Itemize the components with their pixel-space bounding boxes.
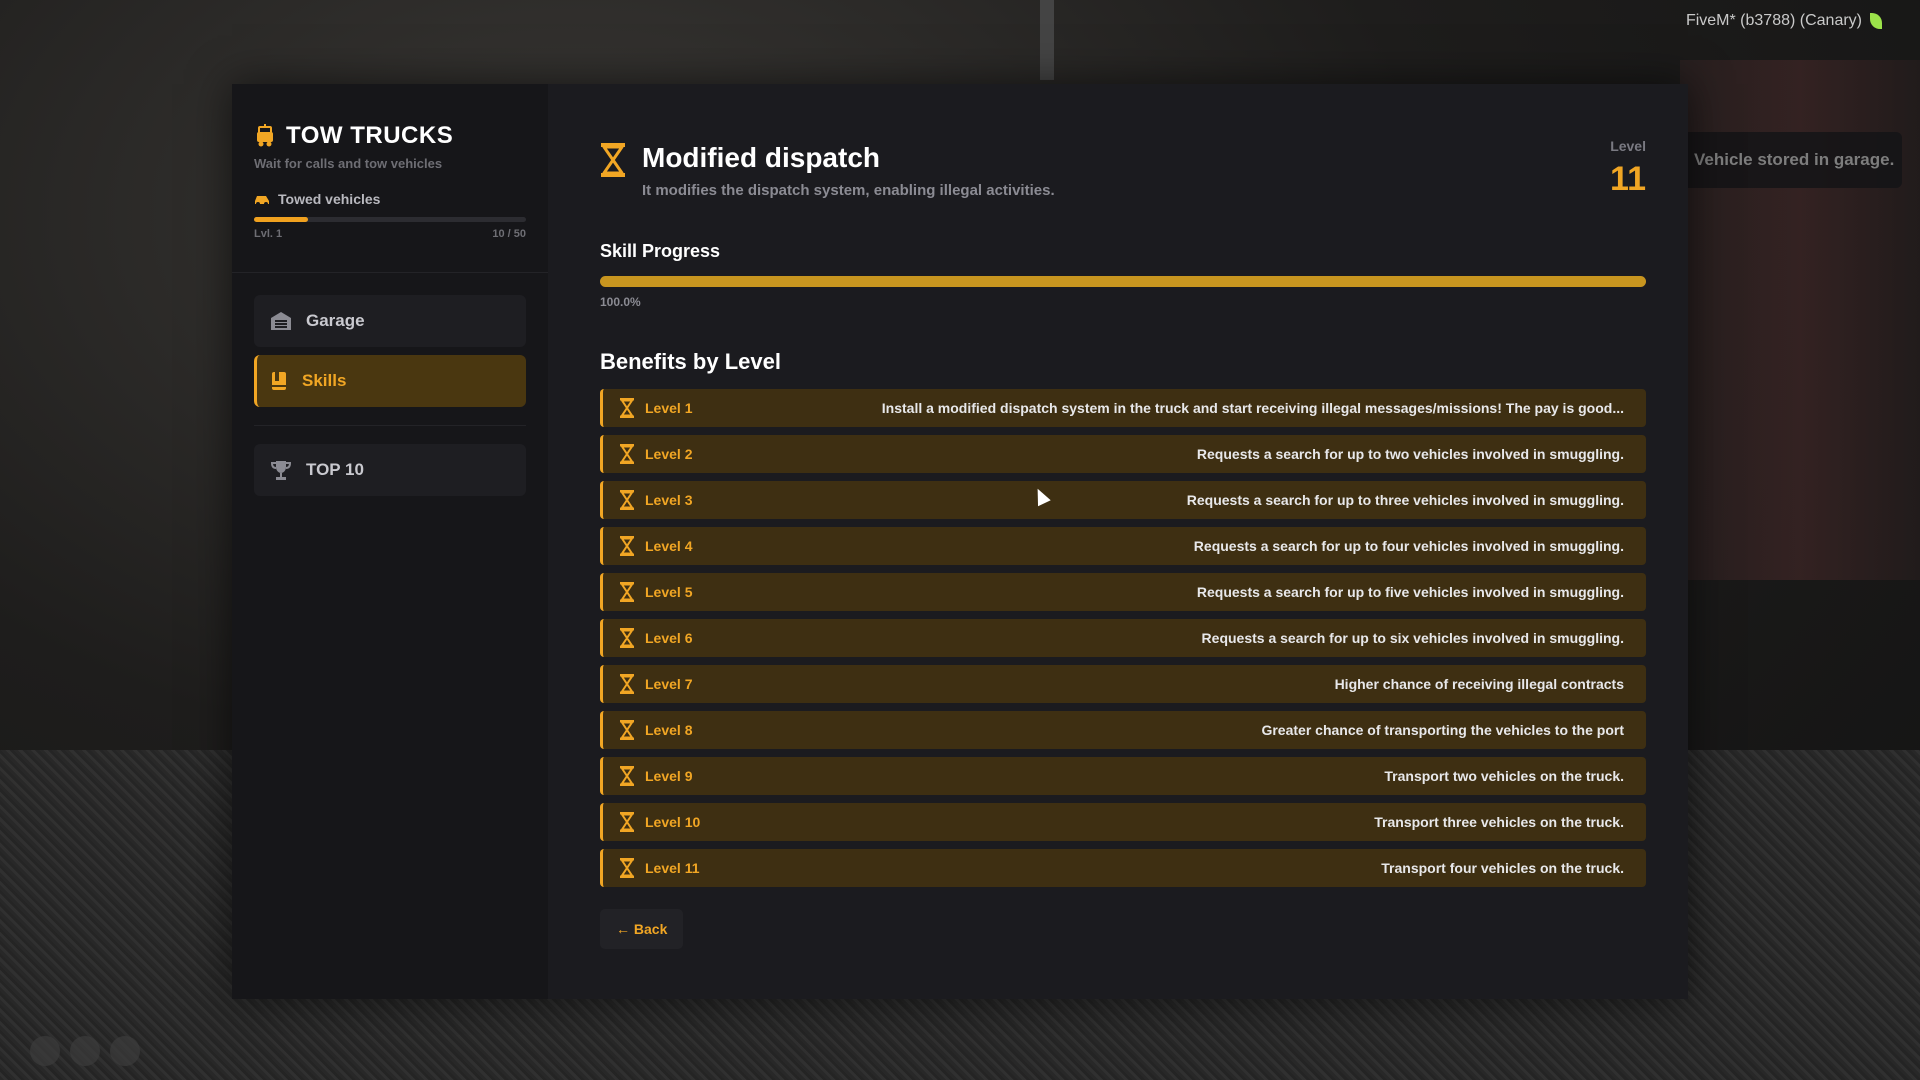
benefit-row: Level 8 Greater chance of transporting th… <box>600 711 1646 749</box>
skill-level-label: Level <box>1610 138 1646 154</box>
benefit-row: Level 7 Higher chance of receiving illega… <box>600 665 1646 703</box>
hud-health-icon <box>30 1036 60 1066</box>
benefit-text: Greater chance of transporting the vehic… <box>1261 722 1624 738</box>
app-title: TOW TRUCKS <box>286 122 454 149</box>
sidebar-item-top10[interactable]: TOP 10 <box>254 444 526 496</box>
hourglass-icon <box>620 858 634 878</box>
client-version-text: FiveM* (b3788) (Canary) <box>1685 12 1862 29</box>
sidebar-item-label: Garage <box>306 311 365 330</box>
towed-progress-fill <box>254 217 309 222</box>
benefit-level: Level 4 <box>645 538 693 554</box>
benefit-row: Level 1 Install a modified dispatch syste… <box>600 389 1646 427</box>
benefit-level: Level 6 <box>645 630 693 646</box>
skill-header: Modified dispatch It modifies the dispat… <box>600 142 1646 199</box>
garage-icon <box>271 312 291 330</box>
skill-description: It modifies the dispatch system, enablin… <box>642 182 1055 199</box>
benefit-level: Level 11 <box>645 860 700 876</box>
fivem-leaf-icon <box>1870 12 1882 29</box>
hourglass-icon <box>620 398 634 418</box>
sidebar-divider <box>232 272 548 273</box>
client-version-label: FiveM* (b3788) (Canary) <box>1686 12 1882 30</box>
hourglass-icon <box>620 720 634 740</box>
benefit-text: Requests a search for up to four vehicle… <box>1193 538 1624 554</box>
sidebar: TOW TRUCKS Wait for calls and tow vehicl… <box>232 84 548 999</box>
hourglass-icon <box>620 674 634 694</box>
hud-water-icon <box>110 1036 140 1066</box>
benefit-level: Level 2 <box>645 446 693 462</box>
book-icon <box>272 372 286 390</box>
skill-progress-percent: 100.0% <box>600 295 641 309</box>
hourglass-icon <box>601 143 625 177</box>
notification-toast: Vehicle stored in garage. <box>1672 132 1902 188</box>
skill-level-value: 11 <box>1610 160 1646 198</box>
notification-text: Vehicle stored in garage. <box>1694 150 1895 169</box>
towed-count: 10 / 50 <box>492 228 526 240</box>
benefits-list: Level 1 Install a modified dispatch syste… <box>600 389 1646 887</box>
benefit-level: Level 8 <box>645 722 693 738</box>
benefit-text: Requests a search for up to six vehicles… <box>1201 630 1624 646</box>
benefit-row: Level 2 Requests a search for up to two v… <box>600 435 1646 473</box>
brand: TOW TRUCKS <box>254 122 526 150</box>
hourglass-icon <box>620 628 634 648</box>
car-icon <box>255 196 269 206</box>
hud-food-icon <box>70 1036 100 1066</box>
benefit-text: Requests a search for up to three vehicl… <box>1186 492 1624 508</box>
benefit-row: Level 11 Transport four vehicles on the t… <box>600 849 1646 887</box>
benefit-row: Level 4 Requests a search for up to four … <box>600 527 1646 565</box>
sidebar-item-skills[interactable]: Skills <box>254 355 526 407</box>
benefit-level: Level 7 <box>645 676 693 692</box>
benefit-row: Level 5 Requests a search for up to five … <box>600 573 1646 611</box>
benefits-title: Benefits by Level <box>600 349 781 374</box>
tow-truck-icon <box>257 124 273 147</box>
towed-vehicles-text: Towed vehicles <box>278 191 381 207</box>
benefit-text: Higher chance of receiving illegal contr… <box>1334 676 1624 692</box>
hourglass-icon <box>620 490 634 510</box>
skill-name: Modified dispatch <box>642 142 880 173</box>
benefit-text: Requests a search for up to five vehicle… <box>1196 584 1624 600</box>
background-beam <box>1040 0 1054 80</box>
player-level: Lvl. 1 <box>254 228 283 240</box>
hourglass-icon <box>620 812 634 832</box>
sidebar-item-label: TOP 10 <box>306 460 364 479</box>
skill-progress-title: Skill Progress <box>600 241 721 261</box>
hourglass-icon <box>620 536 634 556</box>
hourglass-icon <box>620 766 634 786</box>
towed-vehicles-label: Towed vehicles <box>254 191 526 207</box>
benefit-level: Level 9 <box>645 768 693 784</box>
skill-progress-bar <box>600 276 1646 287</box>
benefit-row: Level 10 Transport three vehicles on the … <box>600 803 1646 841</box>
benefit-text: Transport three vehicles on the truck. <box>1374 814 1624 830</box>
trophy-icon <box>270 461 292 480</box>
app-subtitle: Wait for calls and tow vehicles <box>254 156 443 171</box>
towed-progress-bar <box>254 217 526 222</box>
tow-truck-panel: TOW TRUCKS Wait for calls and tow vehicl… <box>232 84 1688 999</box>
hourglass-icon <box>620 582 634 602</box>
benefit-text: Transport four vehicles on the truck. <box>1381 860 1624 876</box>
hud-icons <box>30 1036 140 1066</box>
benefit-text: Install a modified dispatch system in th… <box>881 400 1624 416</box>
benefit-row: Level 6 Requests a search for up to six v… <box>600 619 1646 657</box>
benefit-level: Level 1 <box>645 400 693 416</box>
benefit-row: Level 3 Requests a search for up to three… <box>600 481 1646 519</box>
benefit-level: Level 5 <box>645 584 693 600</box>
towed-progress-meta: Lvl. 1 10 / 50 <box>254 228 526 240</box>
benefit-level: Level 3 <box>645 492 693 508</box>
skill-progress-fill <box>600 276 1646 287</box>
benefit-level: Level 10 <box>645 814 701 830</box>
back-button[interactable]: ← Back <box>600 909 684 949</box>
benefit-text: Transport two vehicles on the truck. <box>1384 768 1624 784</box>
skill-level-box: Level 11 <box>1610 138 1646 199</box>
benefit-row: Level 9 Transport two vehicles on the tru… <box>600 757 1646 795</box>
hourglass-icon <box>620 444 634 464</box>
skill-detail: Modified dispatch It modifies the dispat… <box>548 84 1688 999</box>
benefit-text: Requests a search for up to two vehicles… <box>1196 446 1624 462</box>
sidebar-item-label: Skills <box>302 371 347 390</box>
sidebar-item-garage[interactable]: Garage <box>254 295 526 347</box>
nav-separator <box>254 425 526 426</box>
